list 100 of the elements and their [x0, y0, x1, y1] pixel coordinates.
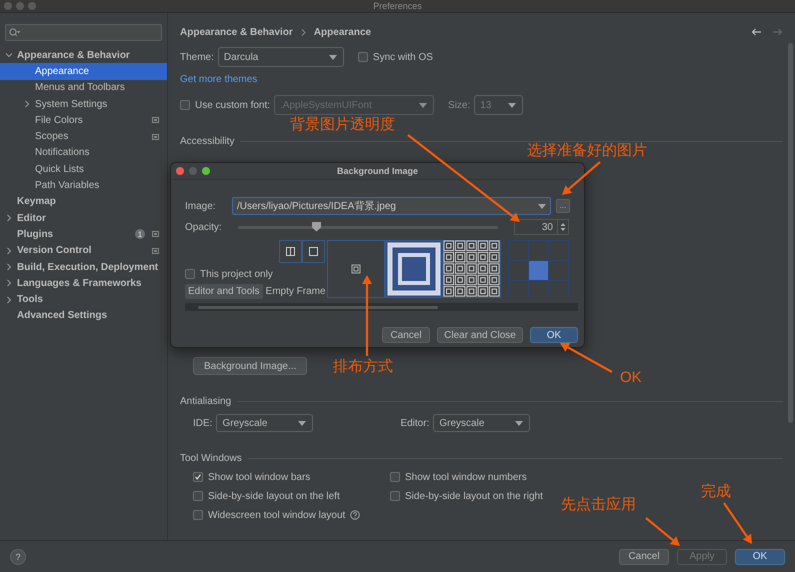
sidebar-item[interactable]: Menus and Toolbars [0, 80, 167, 96]
field-label: Image: [185, 200, 217, 212]
slider-thumb[interactable] [312, 222, 321, 232]
sidebar-item[interactable]: Appearance [0, 63, 167, 80]
ok-button[interactable]: OK [735, 548, 785, 564]
section-heading: Tool Windows [180, 452, 242, 464]
flip-vertical-icon[interactable] [302, 240, 325, 263]
checkbox-label: Show tool window bars [208, 472, 310, 482]
help-button[interactable]: ? [10, 548, 26, 564]
chevron-right-icon[interactable] [5, 279, 13, 288]
annotation-text: OK [620, 369, 642, 387]
tab[interactable]: Empty Frame [262, 284, 329, 299]
checkbox[interactable] [390, 472, 400, 482]
spinner-arrows-icon[interactable] [557, 220, 568, 234]
sidebar-item[interactable]: Tools [0, 291, 167, 308]
checkbox[interactable] [185, 269, 195, 279]
field-label: Size: [448, 100, 470, 110]
sidebar-item[interactable]: Keymap [0, 194, 167, 210]
checkbox-label: This project only [200, 268, 273, 280]
back-arrow-icon[interactable] [751, 28, 762, 36]
sidebar-item[interactable]: Advanced Settings [0, 308, 167, 324]
sidebar-item[interactable]: Quick Lists [0, 161, 167, 178]
sidebar-item[interactable]: Editor [0, 210, 167, 226]
chevron-right-icon[interactable] [5, 214, 13, 222]
minimize-button[interactable] [16, 2, 24, 10]
sidebar-item[interactable]: System Settings [0, 96, 167, 112]
close-button[interactable] [4, 2, 12, 10]
anchor-cell[interactable] [509, 241, 528, 260]
sidebar-item[interactable]: Appearance & Behavior [0, 47, 167, 64]
anchor-cell[interactable] [509, 261, 528, 280]
caret-icon [298, 420, 306, 426]
close-button[interactable] [176, 167, 184, 175]
clear-and-close-button[interactable]: Clear and Close [437, 327, 523, 343]
checkbox[interactable] [180, 100, 190, 110]
checkbox[interactable] [390, 491, 400, 501]
annotation-arrow [723, 502, 752, 544]
minimize-button[interactable] [189, 167, 197, 175]
annotation-text: 选择准备好的图片 [527, 142, 647, 160]
image-path-field[interactable]: /Users/liyao/Pictures/IDEA背景.jpeg [232, 197, 551, 215]
caret-icon [538, 204, 546, 208]
search-icon [9, 28, 20, 37]
chevron-right-icon[interactable] [23, 100, 31, 108]
center-mode-preview[interactable] [327, 240, 385, 298]
ide-antialiasing-dropdown[interactable]: Greyscale [216, 414, 314, 432]
scrollbar[interactable] [185, 303, 578, 311]
zoom-button[interactable] [202, 167, 210, 175]
tile-mode-preview[interactable] [443, 240, 501, 298]
search-field[interactable] [5, 24, 162, 41]
anchor-cell[interactable] [549, 261, 568, 280]
link[interactable]: Get more themes [180, 74, 258, 84]
sidebar-item[interactable]: Notifications [0, 144, 167, 162]
sidebar-item[interactable]: Path Variables [0, 177, 167, 194]
theme-dropdown[interactable]: Darcula [218, 47, 344, 67]
sidebar-item[interactable]: Build, Execution, Deployment [0, 258, 167, 276]
field-label: Theme: [180, 52, 214, 62]
chevron-right-icon[interactable] [5, 296, 13, 304]
caret-icon [515, 420, 524, 426]
cancel-button[interactable]: Cancel [619, 548, 669, 564]
browse-button[interactable]: ... [556, 199, 570, 213]
editor-antialiasing-dropdown[interactable]: Greyscale [433, 414, 530, 432]
cancel-button[interactable]: Cancel [382, 327, 430, 343]
scale-mode-preview[interactable] [385, 240, 443, 298]
anchor-cell[interactable] [509, 281, 528, 300]
caret-icon [508, 102, 516, 108]
breadcrumb-item: Appearance [314, 26, 372, 38]
checkbox-label: Widescreen tool window layout [208, 510, 346, 520]
field-label: IDE: [193, 418, 212, 428]
forward-arrow-icon[interactable] [772, 28, 783, 36]
breadcrumb-item[interactable]: Appearance & Behavior [180, 26, 293, 38]
anchor-cell[interactable] [529, 261, 548, 280]
sidebar-item[interactable]: Languages & Frameworks [0, 275, 167, 292]
checkbox[interactable] [358, 52, 368, 62]
checkbox[interactable] [193, 510, 203, 520]
anchor-cell[interactable] [549, 281, 568, 300]
anchor-cell[interactable] [549, 241, 568, 260]
chevron-down-icon[interactable] [5, 51, 13, 60]
checkbox-label: Show tool window numbers [405, 472, 527, 482]
sidebar-item[interactable]: Version Control [0, 242, 167, 259]
annotation-arrow [562, 161, 601, 195]
scrollbar[interactable] [788, 43, 793, 423]
chevron-right-icon[interactable] [5, 263, 13, 271]
annotation-arrow [560, 343, 613, 373]
background-image-button[interactable]: Background Image... [193, 357, 308, 375]
section-heading: Antialiasing [180, 396, 232, 406]
sidebar-item[interactable]: Scopes [0, 128, 167, 145]
annotation-arrow [645, 517, 680, 546]
anchor-cell[interactable] [529, 281, 548, 300]
sidebar-item[interactable]: Plugins 1 [0, 226, 167, 243]
field-label: Opacity: [185, 222, 223, 232]
help-icon[interactable] [350, 510, 360, 520]
caret-icon [328, 54, 337, 60]
anchor-cell[interactable] [529, 241, 548, 260]
checkbox-label: Sync with OS [372, 52, 433, 62]
chevron-right-icon[interactable] [5, 246, 13, 255]
sidebar-item[interactable]: File Colors [0, 112, 167, 128]
checkbox[interactable] [193, 491, 203, 501]
ok-button[interactable]: OK [530, 327, 578, 343]
checkbox[interactable] [193, 472, 203, 482]
flip-horizontal-icon[interactable] [279, 240, 302, 263]
tab[interactable]: Editor and Tools [185, 284, 263, 299]
